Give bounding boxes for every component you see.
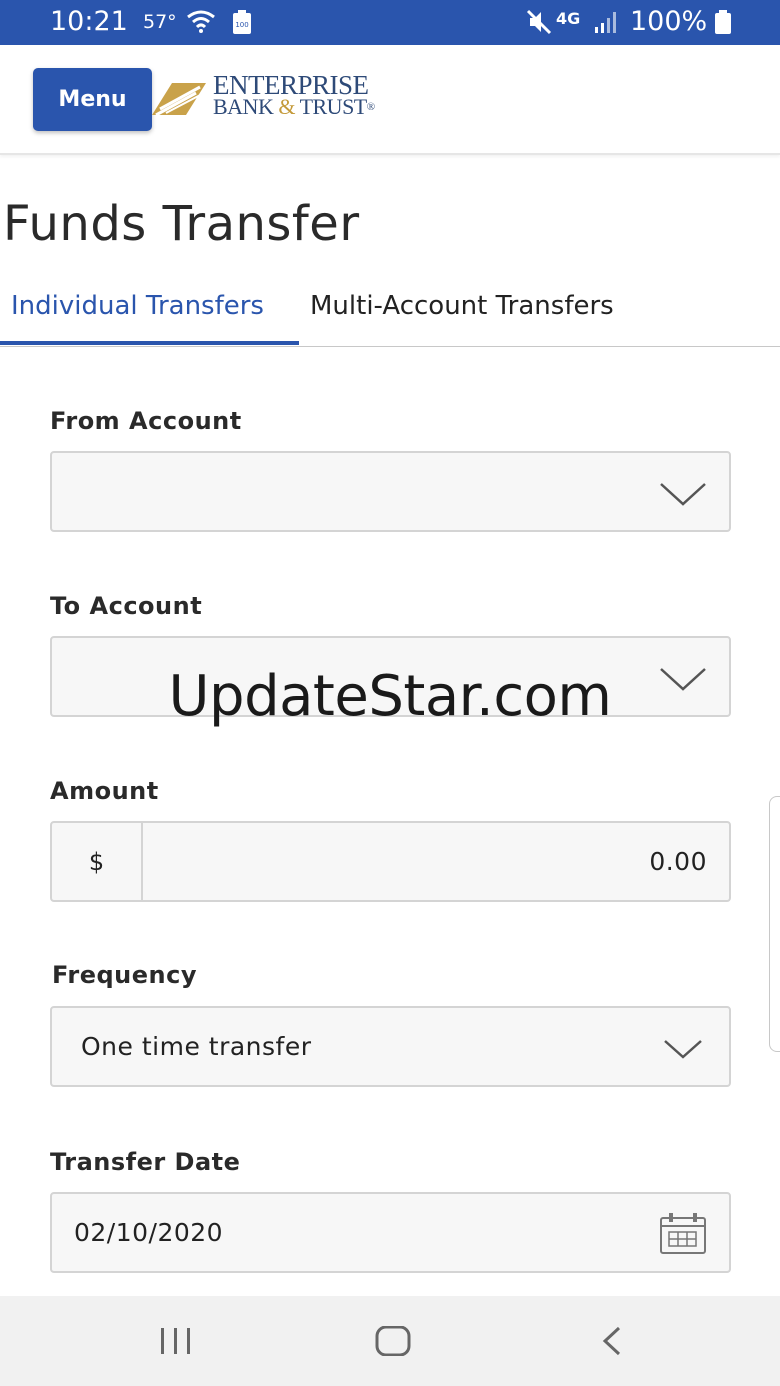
logo-registered: ® bbox=[366, 101, 375, 113]
from-account-label: From Account bbox=[50, 407, 242, 435]
tab-individual-transfers[interactable]: Individual Transfers bbox=[11, 291, 264, 321]
signal-icon bbox=[594, 11, 618, 37]
battery-icon bbox=[714, 10, 732, 38]
frequency-select[interactable]: One time transfer bbox=[50, 1006, 731, 1087]
status-time: 10:21 bbox=[50, 6, 128, 37]
logo-ampersand: & bbox=[278, 94, 295, 119]
status-bar: 10:21 57° 100 4G 100% bbox=[0, 0, 780, 45]
chevron-down-icon bbox=[663, 1038, 703, 1064]
app-header: Menu ENTERPRISE BANK & TRUST® bbox=[0, 45, 780, 155]
logo-line-1: ENTERPRISE bbox=[213, 70, 369, 100]
status-temperature: 57° bbox=[143, 11, 177, 33]
menu-button[interactable]: Menu bbox=[33, 68, 152, 131]
chevron-down-icon bbox=[659, 481, 707, 511]
transfer-date-field[interactable]: 02/10/2020 bbox=[50, 1192, 731, 1273]
to-account-label: To Account bbox=[50, 592, 203, 620]
bank-logo: ENTERPRISE BANK & TRUST® bbox=[213, 70, 375, 118]
wifi-icon bbox=[186, 9, 216, 37]
logo-line-2: BANK & TRUST® bbox=[213, 96, 375, 118]
transfer-date-value[interactable]: 02/10/2020 bbox=[74, 1218, 223, 1247]
recent-apps-icon[interactable] bbox=[158, 1326, 194, 1360]
battery-percent: 100% bbox=[630, 6, 708, 37]
active-tab-indicator bbox=[0, 341, 299, 345]
svg-text:100: 100 bbox=[235, 21, 248, 29]
network-type: 4G bbox=[556, 9, 581, 28]
bank-logo-icon bbox=[150, 79, 208, 129]
from-account-select[interactable] bbox=[50, 451, 731, 532]
calendar-icon[interactable] bbox=[659, 1213, 707, 1259]
tabs-divider bbox=[0, 346, 780, 347]
mute-icon bbox=[526, 9, 552, 39]
watermark: UpdateStar.com bbox=[168, 664, 612, 729]
logo-trust: TRUST bbox=[294, 94, 368, 119]
page-title: Funds Transfer bbox=[3, 196, 360, 252]
system-nav-bar bbox=[0, 1296, 780, 1386]
scroll-handle[interactable] bbox=[769, 796, 780, 1052]
currency-symbol: $ bbox=[52, 823, 143, 900]
logo-bank: BANK bbox=[213, 94, 279, 119]
tab-multi-account-transfers[interactable]: Multi-Account Transfers bbox=[310, 291, 614, 321]
home-icon[interactable] bbox=[375, 1325, 411, 1360]
amount-field[interactable]: $ 0.00 bbox=[50, 821, 731, 902]
frequency-label: Frequency bbox=[52, 961, 197, 989]
battery-small-icon: 100 bbox=[232, 10, 252, 38]
amount-label: Amount bbox=[50, 777, 159, 805]
amount-input[interactable]: 0.00 bbox=[649, 847, 707, 876]
transfer-date-label: Transfer Date bbox=[50, 1148, 241, 1176]
back-icon[interactable] bbox=[600, 1326, 624, 1360]
frequency-value: One time transfer bbox=[81, 1032, 312, 1061]
